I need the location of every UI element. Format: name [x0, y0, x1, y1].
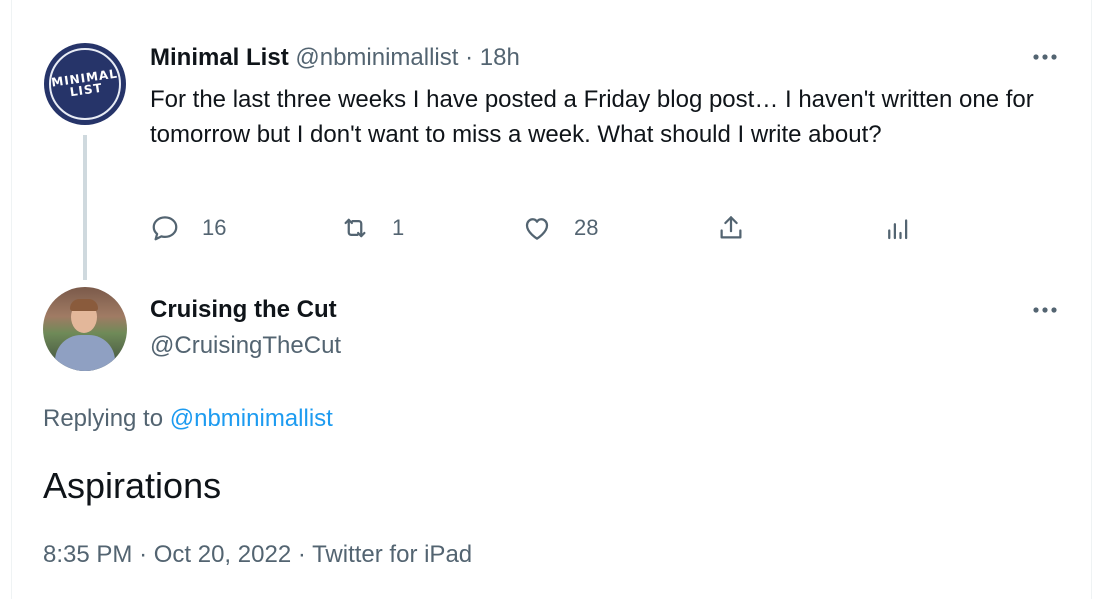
avatar-figure-hair	[70, 299, 98, 311]
reply-time-link[interactable]: 8:35 PM	[43, 541, 132, 568]
meta-separator-1: ·	[139, 541, 148, 568]
reply-handle[interactable]: @CruisingTheCut	[150, 331, 341, 361]
avatar-cruising-the-cut[interactable]	[43, 287, 127, 371]
parent-action-bar: 16 1 28	[150, 208, 930, 248]
retweet-count: 1	[392, 215, 405, 240]
reply-tweet-meta: 8:35 PM · Oct 20, 2022 · Twitter for iPa…	[43, 540, 472, 570]
thread-connector-line	[83, 135, 87, 280]
parent-more-button[interactable]	[1025, 42, 1065, 72]
analytics-icon	[888, 219, 908, 240]
reply-display-name[interactable]: Cruising the Cut	[150, 295, 337, 325]
analytics-button[interactable]	[883, 208, 913, 248]
reply-icon	[152, 216, 178, 241]
parent-display-name[interactable]: Minimal List	[150, 44, 289, 71]
more-horizontal-icon	[1033, 54, 1057, 60]
replying-to-line: Replying to @nbminimallist	[43, 404, 333, 434]
share-button[interactable]	[716, 208, 746, 248]
heart-icon	[525, 218, 549, 240]
reply-count: 16	[202, 215, 227, 240]
reply-date-link[interactable]: Oct 20, 2022	[154, 541, 291, 568]
reply-tweet-text: Aspirations	[43, 465, 222, 506]
replying-to-mention-link[interactable]: @nbminimallist	[170, 405, 333, 432]
retweet-icon	[344, 218, 366, 238]
reply-more-button[interactable]	[1025, 295, 1065, 325]
retweet-button[interactable]: 1	[340, 208, 404, 248]
replying-to-label: Replying to	[43, 405, 164, 432]
reply-button[interactable]: 16	[150, 208, 226, 248]
parent-tweet-text: For the last three weeks I have posted a…	[150, 86, 1034, 148]
header-separator: ·	[465, 44, 474, 71]
avatar-minimal-list[interactable]: MINIMAL LIST	[44, 43, 126, 125]
parent-handle[interactable]: @nbminimallist	[295, 44, 458, 71]
parent-tweet-header: Minimal List @nbminimallist · 18h	[150, 44, 520, 72]
share-icon	[720, 216, 742, 239]
reply-source: Twitter for iPad	[312, 541, 473, 568]
avatar-figure-shirt	[55, 335, 115, 371]
meta-separator-2: ·	[297, 541, 306, 568]
parent-timestamp[interactable]: 18h	[480, 44, 520, 71]
more-horizontal-icon	[1033, 307, 1057, 313]
like-button[interactable]: 28	[522, 208, 598, 248]
like-count: 28	[574, 215, 599, 240]
